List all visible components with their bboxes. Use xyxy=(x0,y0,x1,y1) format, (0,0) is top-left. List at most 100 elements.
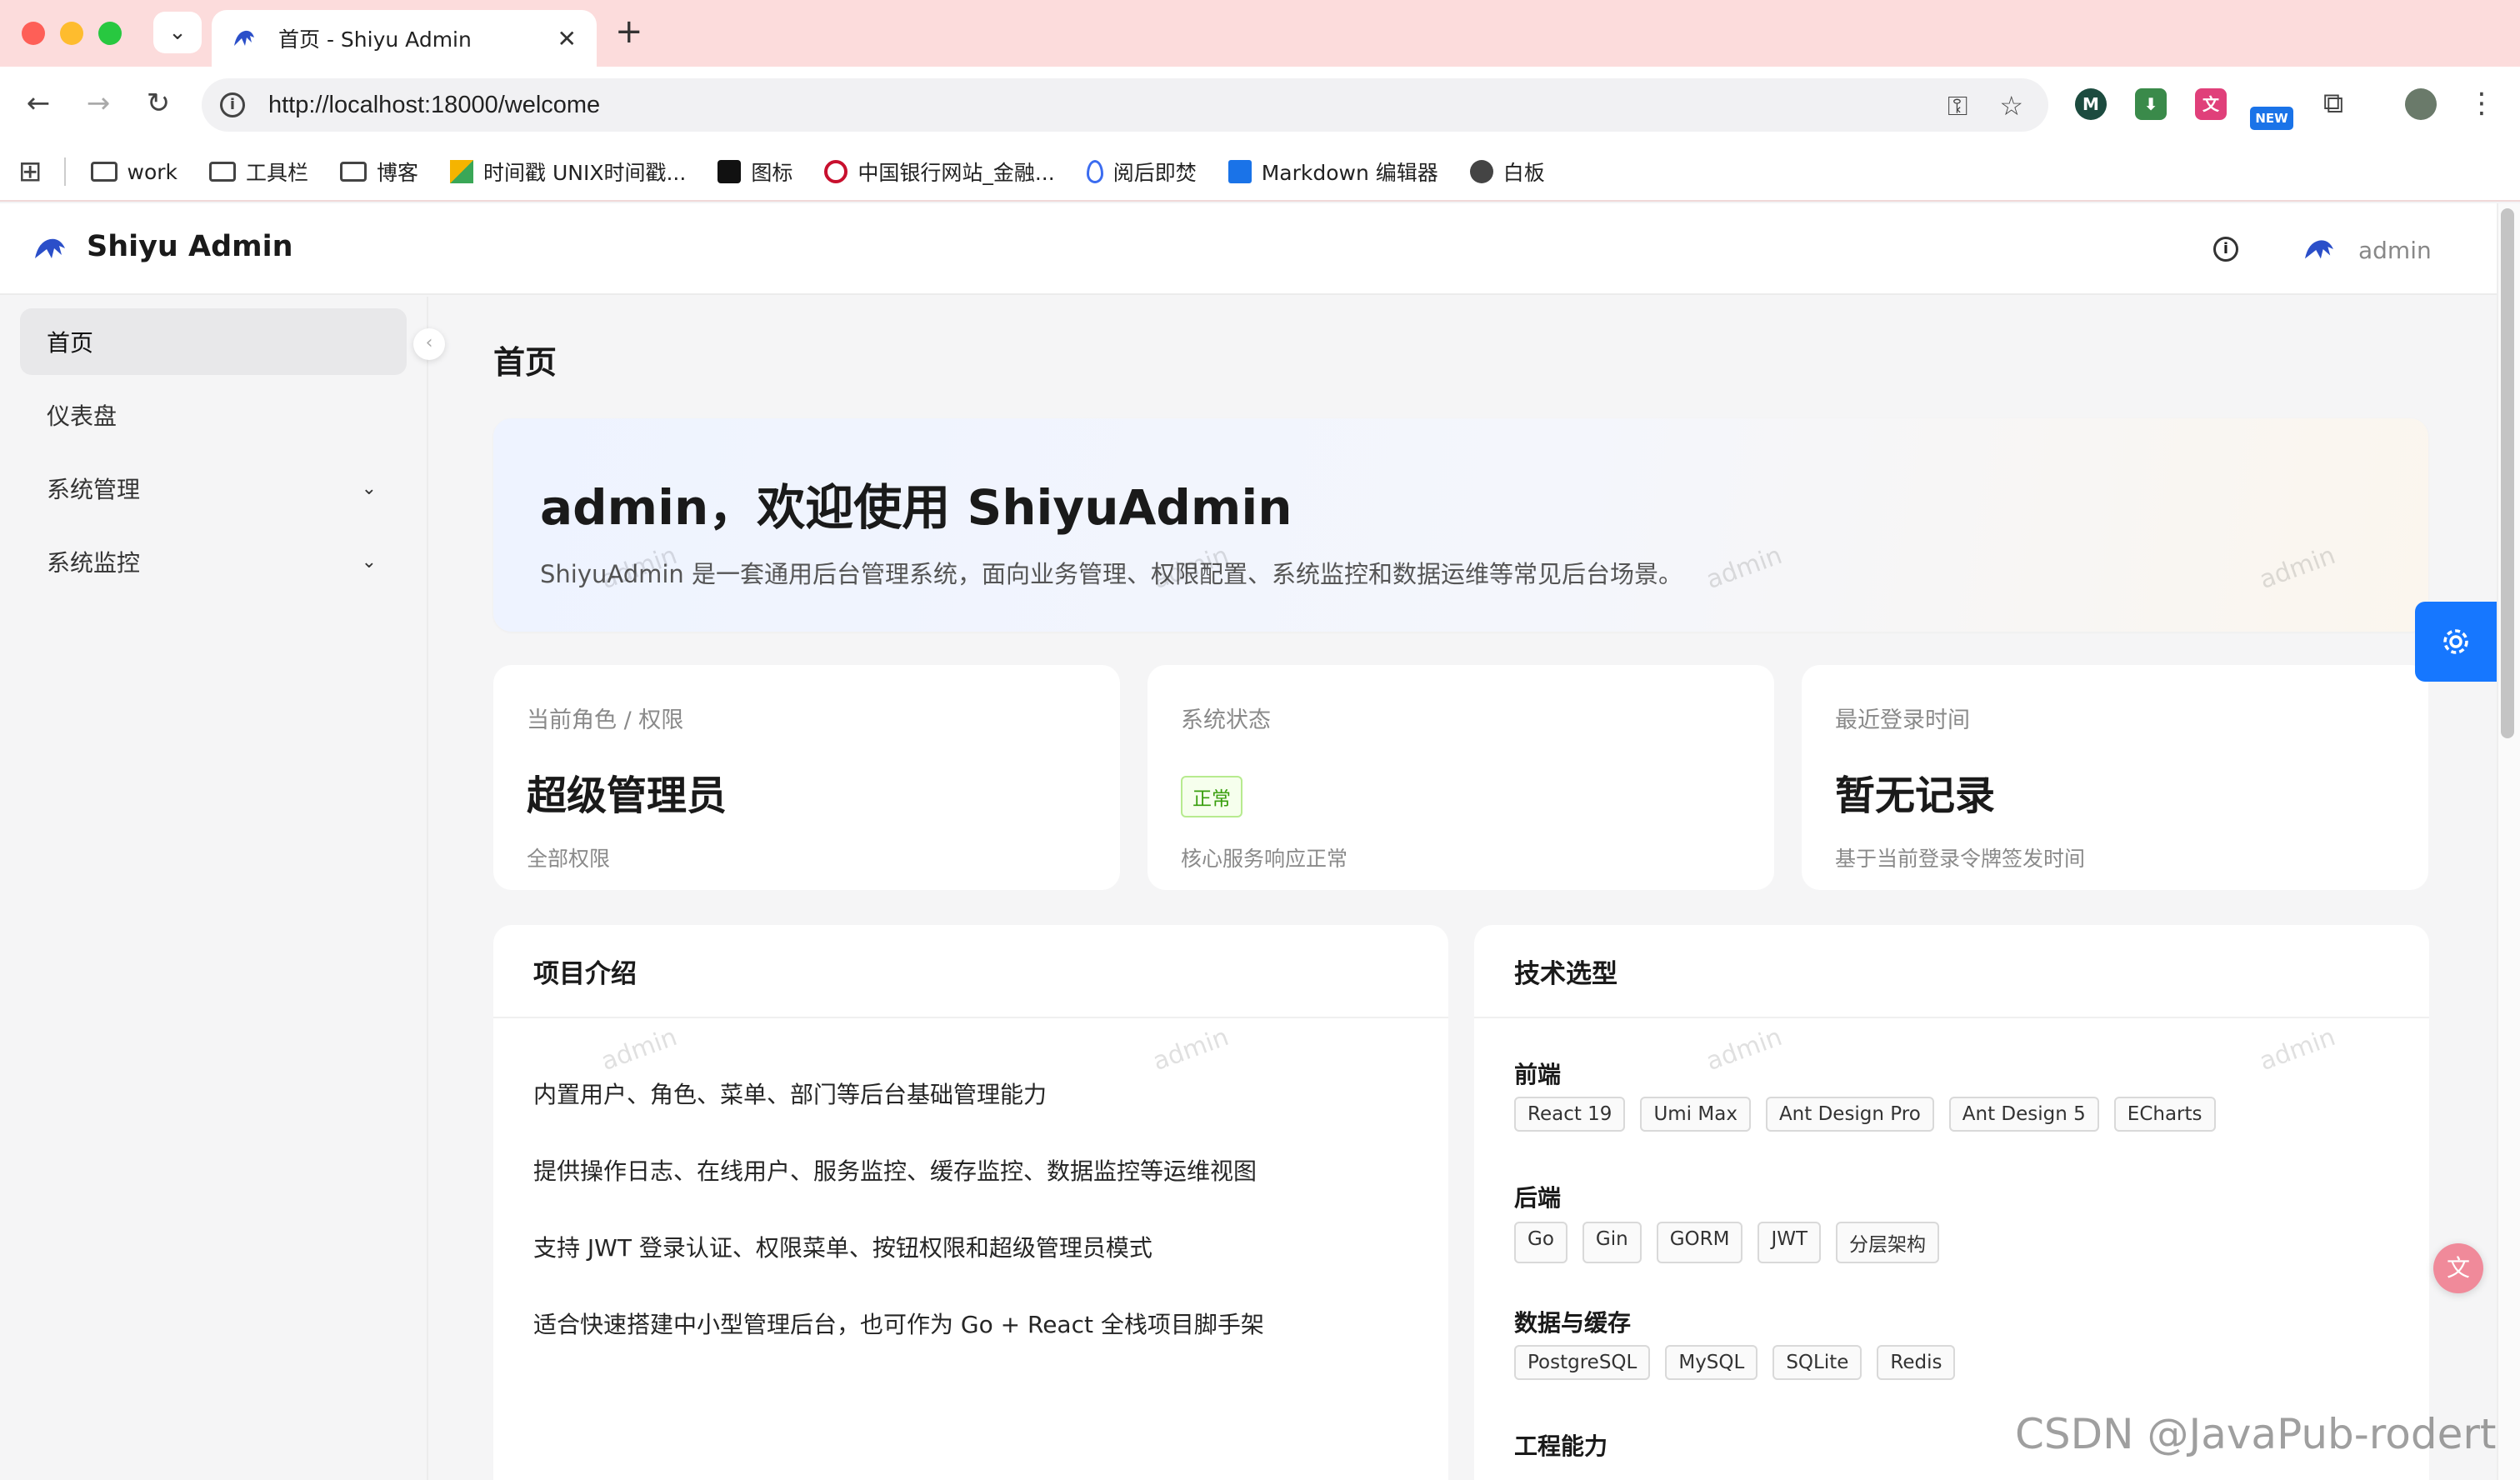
app-root: Shiyu Admin i admin 首页 仪表盘 系统管理 ⌄ 系统监控 ⌄… xyxy=(0,203,2497,1480)
folder-icon xyxy=(209,162,236,182)
sidebar: 首页 仪表盘 系统管理 ⌄ 系统监控 ⌄ xyxy=(0,297,428,1480)
shiyu-logo-icon xyxy=(234,30,254,46)
app-brand[interactable]: Shiyu Admin xyxy=(87,230,293,263)
browser-tab[interactable]: 首页 - Shiyu Admin ✕ xyxy=(212,10,597,67)
tag-row: Go Gin GORM JWT 分层架构 xyxy=(1514,1222,1940,1263)
bookmark-whiteboard[interactable]: 白板 xyxy=(1469,157,1545,187)
globe-icon xyxy=(1469,160,1493,183)
back-icon[interactable]: ← xyxy=(20,85,57,122)
tag-row: React 19 Umi Max Ant Design Pro Ant Desi… xyxy=(1514,1097,2216,1132)
sidebar-item-dashboard[interactable]: 仪表盘 xyxy=(20,382,407,448)
intro-line: 内置用户、角色、菜单、部门等后台基础管理能力 xyxy=(533,1081,1048,1108)
extension-new-icon[interactable]: NEW xyxy=(2250,107,2293,130)
sidebar-collapse-button[interactable]: ‹ xyxy=(413,328,445,360)
tech-tag: Go xyxy=(1514,1222,1568,1263)
bookmarks-bar: ⊞ work 工具栏 博客 时间戳 UNIX时间戳... 图标 中国银行网站_金… xyxy=(0,143,2520,202)
tech-group-title: 后端 xyxy=(1514,1184,1562,1212)
new-tab-button[interactable]: + xyxy=(615,15,643,48)
bookmark-bank[interactable]: 中国银行网站_金融... xyxy=(824,157,1055,187)
folder-icon xyxy=(90,162,118,182)
extension-download-icon[interactable]: ⬇ xyxy=(2135,88,2167,120)
maximize-window-button[interactable] xyxy=(98,22,122,45)
scrollbar-thumb[interactable] xyxy=(2501,208,2514,738)
translate-icon: 文 xyxy=(2446,1254,2470,1282)
bookmark-toolbar[interactable]: 工具栏 xyxy=(209,157,308,187)
shiyu-logo-icon xyxy=(35,238,65,258)
tech-tag: SQLite xyxy=(1772,1345,1862,1380)
close-window-button[interactable] xyxy=(22,22,45,45)
bank-icon xyxy=(824,160,848,183)
profile-avatar[interactable] xyxy=(2405,88,2437,120)
browser-toolbar: ← → ↻ i http://localhost:18000/welcome ⚿… xyxy=(0,67,2520,143)
stat-value: 超级管理员 xyxy=(527,772,728,819)
bookmark-star-icon[interactable]: ☆ xyxy=(1999,90,2023,122)
intro-line: 支持 JWT 登录认证、权限菜单、按钮权限和超级管理员模式 xyxy=(533,1234,1152,1262)
extension-m-icon[interactable]: M xyxy=(2075,88,2107,120)
url-text[interactable]: http://localhost:18000/welcome xyxy=(268,92,600,119)
stat-value: 暂无记录 xyxy=(1835,772,1996,819)
close-tab-icon[interactable]: ✕ xyxy=(558,25,577,52)
chevron-down-icon: ⌄ xyxy=(361,551,377,572)
bookmark-markdown[interactable]: Markdown 编辑器 xyxy=(1228,157,1438,187)
bookmark-blog[interactable]: 博客 xyxy=(340,157,418,187)
tech-tag: MySQL xyxy=(1665,1345,1758,1380)
welcome-title: admin，欢迎使用 ShiyuAdmin xyxy=(540,479,1292,536)
address-bar[interactable]: i http://localhost:18000/welcome ⚿ ☆ xyxy=(202,78,2048,132)
stat-card-status: 系统状态 正常 核心服务响应正常 xyxy=(1148,665,1774,890)
site-info-icon[interactable]: i xyxy=(220,92,245,118)
page-title: 首页 xyxy=(493,344,558,381)
bookmark-burn[interactable]: 阅后即焚 xyxy=(1086,157,1197,187)
settings-drawer-button[interactable] xyxy=(2415,602,2497,682)
tech-tag: 分层架构 xyxy=(1836,1222,1940,1263)
tech-group-title: 工程能力 xyxy=(1514,1432,1608,1460)
bookmarks-divider xyxy=(63,158,66,186)
sidebar-item-system-management[interactable]: 系统管理 ⌄ xyxy=(20,455,407,522)
project-intro-panel: 项目介绍 内置用户、角色、菜单、部门等后台基础管理能力 提供操作日志、在线用户、… xyxy=(493,925,1448,1480)
user-avatar[interactable] xyxy=(2302,235,2337,263)
reload-icon[interactable]: ↻ xyxy=(140,85,177,122)
forward-icon[interactable]: → xyxy=(80,85,117,122)
tech-tag: Redis xyxy=(1877,1345,1956,1380)
tech-stack-panel: 技术选型 前端 React 19 Umi Max Ant Design Pro … xyxy=(1474,925,2429,1480)
browser-tabstrip: ⌄ 首页 - Shiyu Admin ✕ + xyxy=(0,0,2520,67)
bookmark-timestamp[interactable]: 时间戳 UNIX时间戳... xyxy=(450,157,686,187)
tech-tag: Gin xyxy=(1582,1222,1642,1263)
bookmark-icons[interactable]: 图标 xyxy=(718,157,792,187)
csdn-watermark: CSDN @JavaPub-rodert xyxy=(2015,1410,2497,1458)
panel-title: 技术选型 xyxy=(1474,925,2429,1018)
extensions-puzzle-icon[interactable]: ⧉ xyxy=(2315,85,2352,122)
apps-grid-icon[interactable]: ⊞ xyxy=(18,155,42,188)
markdown-icon xyxy=(1228,160,1252,183)
app-header: Shiyu Admin i admin xyxy=(0,203,2497,295)
tech-group-title: 数据与缓存 xyxy=(1514,1309,1632,1337)
tab-search-button[interactable]: ⌄ xyxy=(153,12,202,53)
minimize-window-button[interactable] xyxy=(60,22,83,45)
extension-translate-icon[interactable]: 文 xyxy=(2195,88,2227,120)
gear-icon xyxy=(2443,629,2468,654)
stat-label: 最近登录时间 xyxy=(1835,708,1970,733)
password-key-icon[interactable]: ⚿ xyxy=(1948,90,1968,122)
tech-tag: ECharts xyxy=(2113,1097,2216,1132)
icon-site-icon xyxy=(718,160,742,183)
chevron-down-icon: ⌄ xyxy=(361,478,377,499)
time-icon xyxy=(450,160,474,183)
info-icon[interactable]: i xyxy=(2213,237,2238,262)
status-badge: 正常 xyxy=(1181,776,1242,818)
stat-card-role: 当前角色 / 权限 超级管理员 全部权限 xyxy=(493,665,1120,890)
welcome-banner: admin，欢迎使用 ShiyuAdmin ShiyuAdmin 是一套通用后台… xyxy=(493,418,2428,632)
sidebar-item-system-monitor[interactable]: 系统监控 ⌄ xyxy=(20,528,407,595)
browser-menu-icon[interactable]: ⋮ xyxy=(2463,85,2500,122)
stat-label: 系统状态 xyxy=(1181,708,1271,733)
bookmark-work[interactable]: work xyxy=(90,160,178,184)
header-username[interactable]: admin xyxy=(2358,237,2432,264)
translate-floating-button[interactable]: 文 xyxy=(2433,1243,2483,1293)
tech-tag: JWT xyxy=(1758,1222,1822,1263)
sidebar-item-home[interactable]: 首页 xyxy=(20,308,407,375)
stat-label: 当前角色 / 权限 xyxy=(527,708,684,733)
tech-tag: Ant Design Pro xyxy=(1765,1097,1934,1132)
stat-card-last-login: 最近登录时间 暂无记录 基于当前登录令牌签发时间 xyxy=(1802,665,2428,890)
folder-icon xyxy=(340,162,368,182)
intro-line: 适合快速搭建中小型管理后台，也可作为 Go + React 全栈项目脚手架 xyxy=(533,1311,1264,1338)
tech-tag: PostgreSQL xyxy=(1514,1345,1651,1380)
chevron-down-icon: ⌄ xyxy=(168,20,187,45)
